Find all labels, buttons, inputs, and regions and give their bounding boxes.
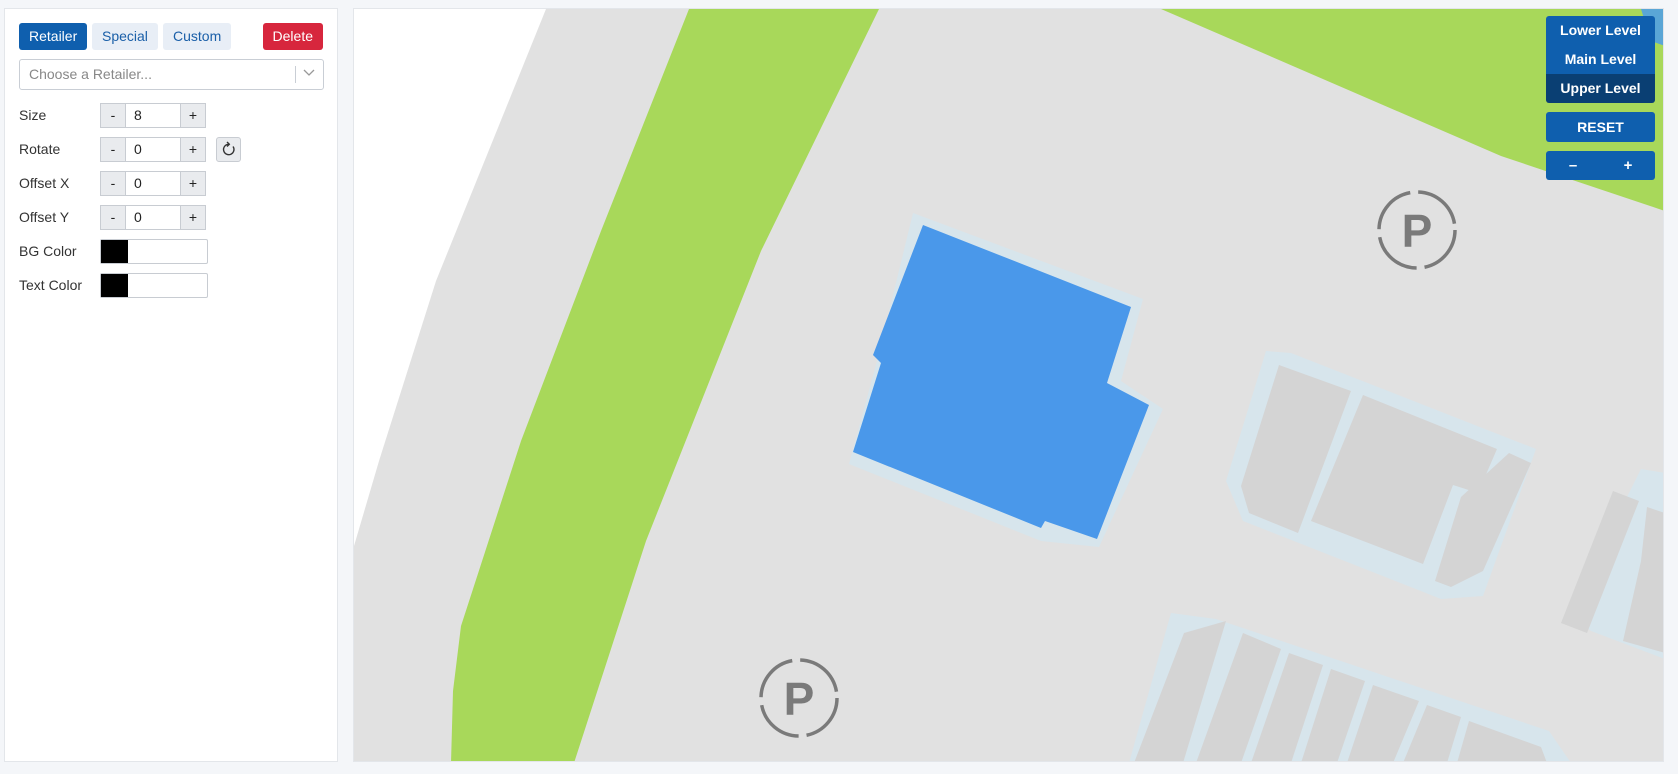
rotate-decrease-button[interactable]: - (100, 137, 126, 162)
rotate-label: Rotate (19, 141, 61, 157)
offset-x-label: Offset X (19, 175, 70, 191)
offset-y-stepper: - 0 + (100, 205, 206, 230)
tab-special[interactable]: Special (92, 23, 158, 50)
select-divider (295, 66, 296, 83)
rotate-reset-button[interactable] (216, 137, 241, 162)
level-upper-button[interactable]: Upper Level (1546, 74, 1655, 103)
level-lower-button[interactable]: Lower Level (1546, 16, 1655, 45)
size-increase-button[interactable]: + (180, 103, 206, 128)
text-color-label: Text Color (19, 277, 83, 293)
zoom-in-button[interactable]: + (1608, 151, 1648, 180)
reset-button[interactable]: RESET (1546, 112, 1655, 142)
offset-x-input[interactable]: 0 (126, 171, 180, 196)
size-decrease-button[interactable]: - (100, 103, 126, 128)
editor-sidebar: Retailer Special Custom Delete Choose a … (4, 8, 338, 762)
retailer-select[interactable]: Choose a Retailer... (19, 59, 324, 90)
offset-y-increase-button[interactable]: + (180, 205, 206, 230)
bg-color-label: BG Color (19, 243, 77, 259)
offset-x-decrease-button[interactable]: - (100, 171, 126, 196)
bg-color-picker[interactable] (100, 239, 208, 264)
offset-y-input[interactable]: 0 (126, 205, 180, 230)
size-label: Size (19, 107, 47, 123)
rotate-input[interactable]: 0 (126, 137, 180, 162)
level-main-button[interactable]: Main Level (1546, 45, 1655, 74)
tab-custom[interactable]: Custom (163, 23, 232, 50)
map-canvas[interactable]: P P (354, 9, 1664, 762)
size-input[interactable]: 8 (126, 103, 180, 128)
tab-retailer[interactable]: Retailer (19, 23, 88, 50)
offset-y-label: Offset Y (19, 209, 70, 225)
refresh-icon (222, 141, 235, 156)
parking-symbol: P (784, 673, 815, 725)
delete-button[interactable]: Delete (262, 23, 323, 50)
offset-x-increase-button[interactable]: + (180, 171, 206, 196)
retailer-select-placeholder: Choose a Retailer... (29, 66, 152, 82)
size-stepper: - 8 + (100, 103, 206, 128)
rotate-stepper: - 0 + (100, 137, 206, 162)
parking-symbol: P (1402, 205, 1433, 257)
offset-x-stepper: - 0 + (100, 171, 206, 196)
zoom-out-button[interactable]: – (1553, 151, 1593, 180)
rotate-increase-button[interactable]: + (180, 137, 206, 162)
zoom-control: – + (1546, 151, 1655, 180)
offset-y-decrease-button[interactable]: - (100, 205, 126, 230)
floor-map[interactable]: P P (353, 8, 1664, 762)
chevron-down-icon (303, 69, 315, 76)
bg-color-swatch (101, 240, 128, 263)
text-color-picker[interactable] (100, 273, 208, 298)
text-color-swatch (101, 274, 128, 297)
